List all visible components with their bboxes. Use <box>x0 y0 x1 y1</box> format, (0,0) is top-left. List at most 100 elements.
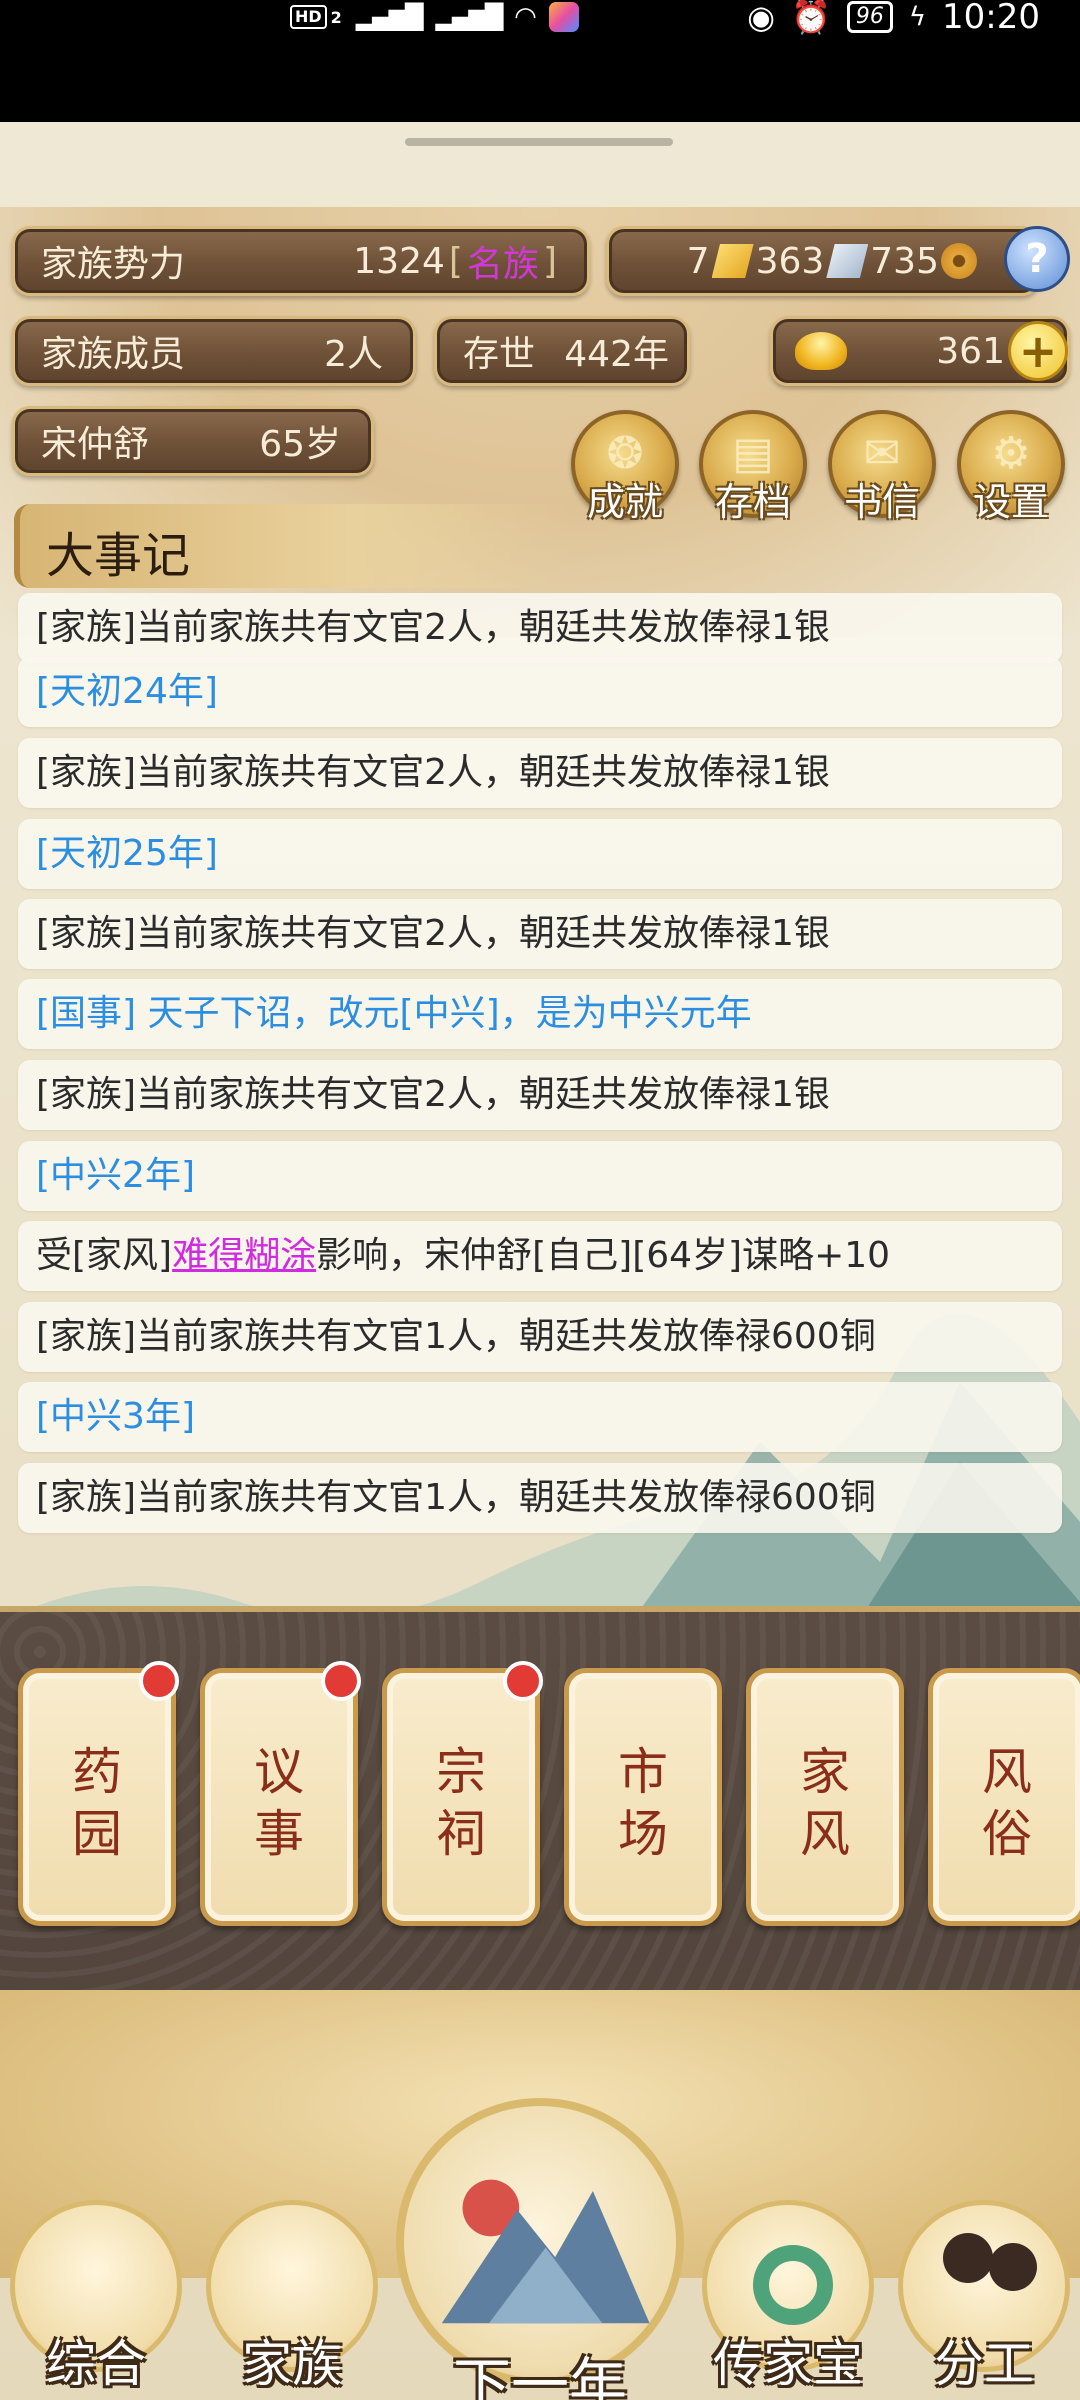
building-card-label: 议事 <box>205 1741 353 1865</box>
leader-age: 65岁 <box>259 424 341 465</box>
clock: 10:20 <box>942 0 1040 37</box>
charging-icon: ϟ <box>908 2 927 32</box>
currency-values: 7 363 735 <box>687 241 977 282</box>
wifi-icon: ◠ <box>515 2 536 32</box>
achievement-button[interactable]: ❂ 成就 <box>571 410 679 524</box>
help-button[interactable]: ? <box>1004 226 1070 292</box>
building-card[interactable]: 议事 <box>200 1661 361 1926</box>
letters-button[interactable]: ✉ 书信 <box>828 410 936 524</box>
alarm-icon: ⏰ <box>791 0 831 36</box>
notification-dot-icon <box>321 1661 361 1701</box>
next-year-label: 下一年 <box>452 2351 627 2400</box>
card-char: 祠 <box>436 1805 486 1863</box>
signal-icon: ▂▄▆█ <box>355 3 424 31</box>
notification-dot-icon <box>139 1661 179 1701</box>
app-icon <box>549 2 580 32</box>
existence-value: 442年 <box>564 334 669 375</box>
gold-ingot-icon <box>795 332 847 370</box>
building-card[interactable]: 市场 <box>564 1668 722 1926</box>
log-row: [家族]当前家族共有文官2人，朝廷共发放俸禄1银 <box>18 738 1062 808</box>
card-char: 议 <box>254 1743 304 1801</box>
family-members-value: 2人 <box>324 334 383 375</box>
log-row: [家族]当前家族共有文官2人，朝廷共发放俸禄1银 <box>18 1060 1062 1130</box>
log-year-row: [中兴2年] <box>18 1141 1062 1211</box>
card-char: 宗 <box>436 1743 486 1801</box>
sim-number: 2 <box>330 7 342 27</box>
leader-panel[interactable]: 宋仲舒 65岁 <box>12 406 374 476</box>
family-members-panel[interactable]: 家族成员 2人 <box>12 316 416 386</box>
family-style-link[interactable]: 难得糊涂 <box>172 1235 316 1276</box>
card-char: 风 <box>800 1805 850 1863</box>
hd-badge: HD <box>290 5 327 29</box>
gold-bar-icon <box>711 244 754 278</box>
help-icon: ? <box>1025 236 1049 282</box>
settings-label: 设置 <box>972 480 1049 524</box>
log-row: [家族]当前家族共有文官2人，朝廷共发放俸禄1银 <box>18 593 1062 663</box>
building-card[interactable]: 宗祠 <box>382 1661 543 1926</box>
log-text: 受[家风] <box>36 1235 173 1276</box>
eye-icon: ◉ <box>747 0 776 36</box>
building-card-label: 宗祠 <box>387 1741 535 1865</box>
card-char: 家 <box>800 1743 850 1801</box>
nav-division-label: 分工 <box>934 2335 1034 2393</box>
silver-count: 363 <box>755 240 825 282</box>
family-power-panel[interactable]: 家族势力 1324 [ 名族 ] <box>12 226 590 296</box>
log-year-row: [天初25年] <box>18 819 1062 889</box>
log-year-row: [国事] 天子下诏，改元[中兴]，是为中兴元年 <box>18 979 1062 1049</box>
log-text: 影响，宋仲舒[自己][64岁]谋略+10 <box>316 1235 891 1276</box>
log-row: 受[家风]难得糊涂影响，宋仲舒[自己][64岁]谋略+10 <box>18 1221 1062 1291</box>
signal-icon: ▂▄▆█ <box>435 3 504 31</box>
ingot-count: 361 <box>936 330 1005 372</box>
notification-dot-icon <box>503 1661 543 1701</box>
nav-overview-label: 综合 <box>46 2335 146 2393</box>
card-char: 俗 <box>982 1805 1032 1863</box>
building-card[interactable]: 药园 <box>18 1661 179 1926</box>
plus-icon: + <box>1018 324 1058 378</box>
nav-family-label: 家族 <box>242 2335 342 2393</box>
card-char: 场 <box>618 1805 668 1863</box>
building-card[interactable]: 风俗 <box>928 1668 1080 1926</box>
status-right: ◉ ⏰ 96 ϟ 10:20 <box>747 0 1040 37</box>
silver-bar-icon <box>826 244 869 278</box>
existence-label: 存世 <box>463 334 536 375</box>
gold-count: 7 <box>686 240 710 282</box>
settings-button[interactable]: ⚙ 设置 <box>957 410 1065 524</box>
achievement-label: 成就 <box>586 480 663 524</box>
family-power-value-group: 1324 [ 名族 ] <box>353 235 557 287</box>
letters-label: 书信 <box>843 480 920 524</box>
drag-handle[interactable] <box>405 138 673 146</box>
building-card-label: 风俗 <box>933 1741 1080 1865</box>
building-card[interactable]: 家风 <box>746 1668 904 1926</box>
add-ingot-button[interactable]: + <box>1008 321 1068 381</box>
save-button[interactable]: ▤ 存档 <box>699 410 807 524</box>
card-char: 事 <box>254 1805 304 1863</box>
bracket-open: [ <box>448 240 463 282</box>
currency-panel[interactable]: 7 363 735 <box>606 226 1040 296</box>
log-year-row: [天初24年] <box>18 657 1062 727</box>
card-char: 市 <box>618 1743 668 1801</box>
card-char: 园 <box>72 1805 122 1863</box>
save-label: 存档 <box>714 480 791 524</box>
family-members-label: 家族成员 <box>41 334 186 375</box>
log-row: [家族]当前家族共有文官1人，朝廷共发放俸禄600铜 <box>18 1463 1062 1533</box>
card-char: 药 <box>72 1743 122 1801</box>
log-row: [家族]当前家族共有文官1人，朝廷共发放俸禄600铜 <box>18 1302 1062 1372</box>
status-bar: HD 2 ▂▄▆█ ▂▄▆█ ◠ ◉ ⏰ 96 ϟ 10:20 <box>0 0 1080 122</box>
existence-panel[interactable]: 存世 442年 <box>434 316 690 386</box>
family-power-value: 1324 <box>353 240 445 282</box>
chronicle-header: 大事记 <box>14 504 574 588</box>
bracket-close: ] <box>542 240 557 282</box>
building-card-label: 市场 <box>569 1741 717 1865</box>
battery-indicator: 96 <box>846 1 893 33</box>
family-power-label: 家族势力 <box>41 244 186 285</box>
nav-heirloom-label: 传家宝 <box>713 2335 863 2393</box>
status-left: HD 2 ▂▄▆█ ▂▄▆█ ◠ <box>290 0 580 34</box>
building-card-label: 药园 <box>23 1741 171 1865</box>
card-char: 风 <box>982 1743 1032 1801</box>
copper-coin-icon <box>941 243 977 279</box>
chronicle-title: 大事记 <box>46 528 191 584</box>
log-year-row: [中兴3年] <box>18 1382 1062 1452</box>
copper-count: 735 <box>870 240 939 282</box>
chronicle-log[interactable]: [家族]当前家族共有文官2人，朝廷共发放俸禄1银 [天初24年] [家族]当前家族共… <box>0 593 1080 1685</box>
leader-name: 宋仲舒 <box>41 424 150 465</box>
